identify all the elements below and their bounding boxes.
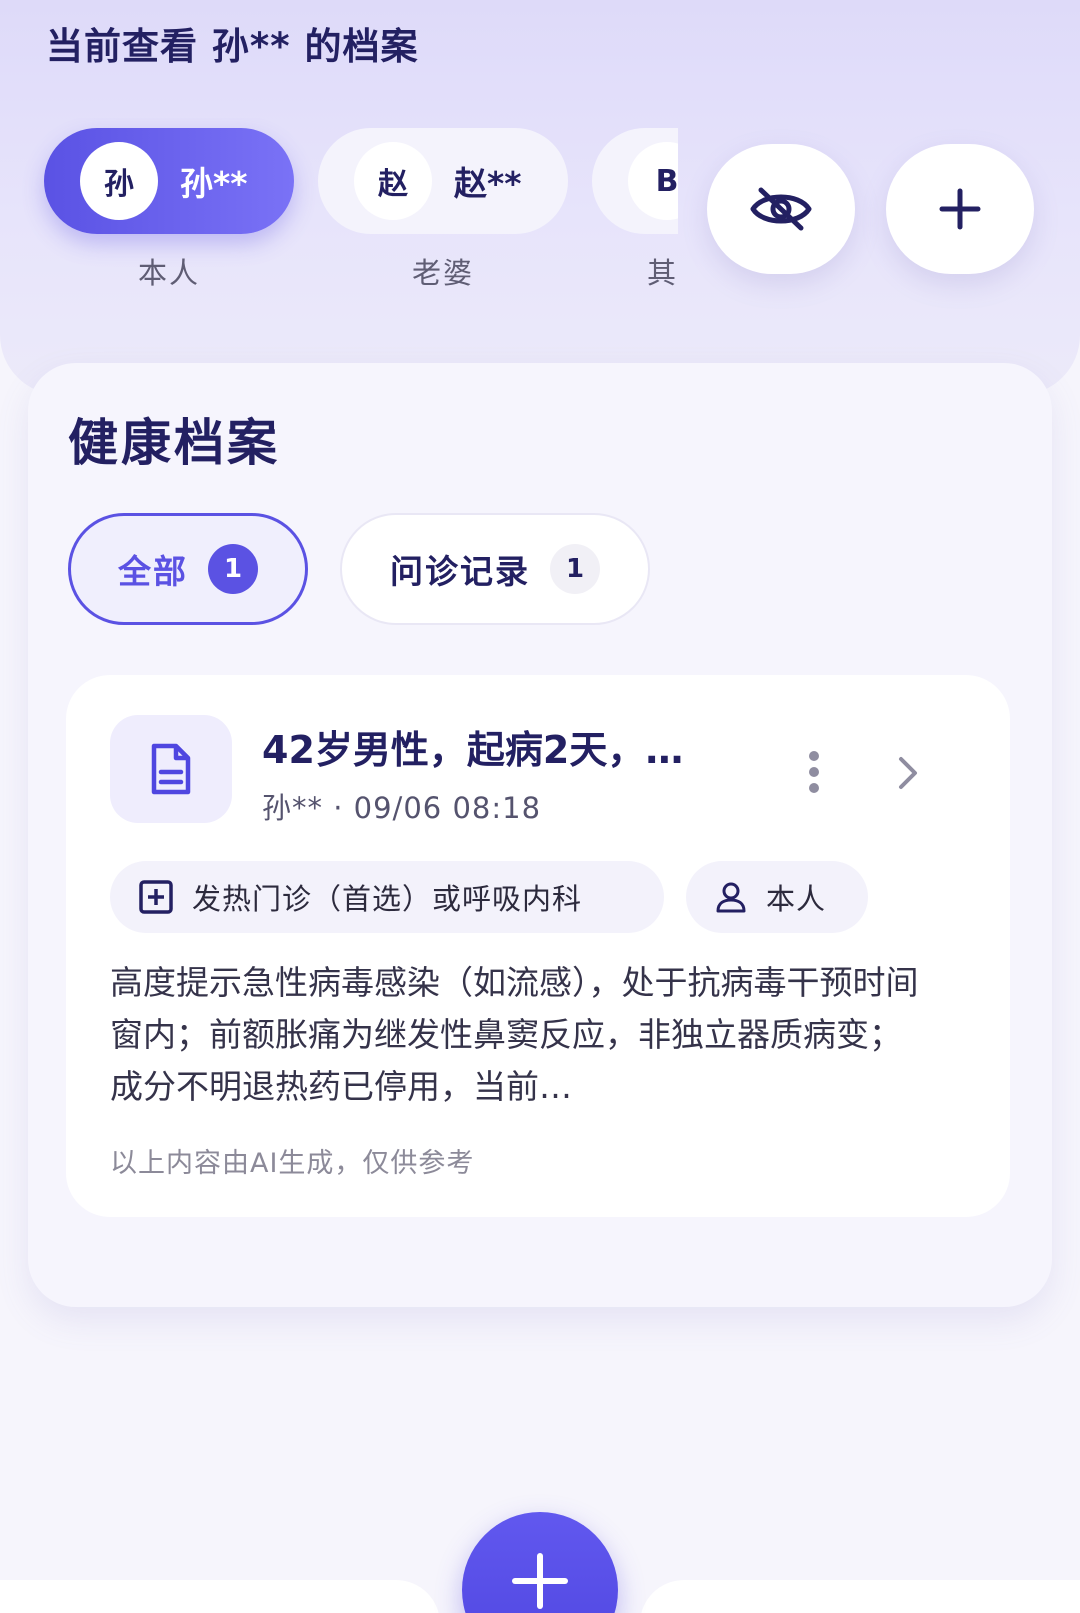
hide-info-button[interactable] bbox=[707, 144, 855, 274]
profile-switcher: 孙 孙** 本人 赵 赵** 老婆 B 其 bbox=[0, 118, 678, 308]
chevron-right-icon bbox=[899, 757, 917, 789]
document-icon bbox=[151, 743, 191, 795]
count-badge: 1 bbox=[550, 544, 600, 594]
profile-item-self[interactable]: 孙 孙** 本人 bbox=[44, 128, 294, 292]
user-icon bbox=[716, 882, 746, 913]
viewing-profile-title: 当前查看 孙** 的档案 bbox=[46, 25, 419, 68]
ai-disclaimer: 以上内容由AI生成，仅供参考 bbox=[110, 1148, 475, 1179]
profile-item-wife[interactable]: 赵 赵** 老婆 bbox=[318, 128, 568, 292]
page: 当前查看 孙** 的档案 孙 孙** 本人 赵 赵** 老婆 B 其 健康档案 … bbox=[0, 0, 1080, 1613]
open-record-button[interactable] bbox=[892, 753, 924, 793]
add-profile-button[interactable] bbox=[886, 144, 1034, 274]
profile-relation: 本人 bbox=[137, 256, 200, 290]
more-vertical-icon bbox=[809, 751, 819, 793]
document-icon-box bbox=[110, 715, 232, 823]
filter-consultation-records[interactable]: 问诊记录 1 bbox=[340, 513, 650, 625]
filter-label: 全部 bbox=[118, 552, 188, 591]
avatar: 孙 bbox=[80, 142, 158, 220]
record-summary: 高度提示急性病毒感染（如流感），处于抗病毒干预时间窗内；前额胀痛为继发性鼻窦反应… bbox=[110, 963, 919, 1106]
medical-cross-icon bbox=[139, 880, 173, 914]
person-tag: 本人 bbox=[686, 861, 868, 933]
record-meta: 孙** · 09/06 08:18 bbox=[262, 791, 542, 825]
record-card[interactable]: 42岁男性，起病2天，… 孙** · 09/06 08:18 发热门诊（首选）或… bbox=[66, 675, 1010, 1217]
department-tag: 发热门诊（首选）或呼吸内科 bbox=[110, 861, 664, 933]
avatar: 赵 bbox=[354, 142, 432, 220]
profile-name: 孙** bbox=[180, 164, 248, 203]
eye-off-icon bbox=[750, 187, 812, 231]
plus-icon bbox=[512, 1553, 568, 1609]
bottom-card-right bbox=[640, 1580, 1080, 1613]
profile-pill[interactable]: B bbox=[592, 128, 678, 234]
avatar: B bbox=[628, 142, 678, 220]
record-title: 42岁男性，起病2天，… bbox=[262, 728, 684, 772]
more-options-button[interactable] bbox=[796, 749, 832, 795]
person-tag-label: 本人 bbox=[766, 882, 827, 916]
add-record-button[interactable] bbox=[462, 1512, 618, 1613]
profile-relation: 其 bbox=[647, 256, 678, 290]
profile-pill[interactable]: 赵 赵** bbox=[318, 128, 568, 234]
profile-name: 赵** bbox=[454, 164, 522, 203]
filter-all[interactable]: 全部 1 bbox=[68, 513, 308, 625]
profile-relation: 老婆 bbox=[411, 256, 474, 290]
filter-label: 问诊记录 bbox=[390, 552, 530, 591]
bottom-card-left bbox=[0, 1580, 440, 1613]
count-badge: 1 bbox=[208, 544, 258, 594]
profile-pill[interactable]: 孙 孙** bbox=[44, 128, 294, 234]
section-title: 健康档案 bbox=[68, 414, 280, 472]
profile-item-other[interactable]: B 其 bbox=[592, 128, 678, 292]
health-records-section: 健康档案 全部 1 问诊记录 1 42岁男性，起病2天，… 孙** · 09/0… bbox=[28, 363, 1052, 1307]
department-tag-label: 发热门诊（首选）或呼吸内科 bbox=[192, 882, 583, 916]
plus-icon bbox=[939, 188, 981, 230]
